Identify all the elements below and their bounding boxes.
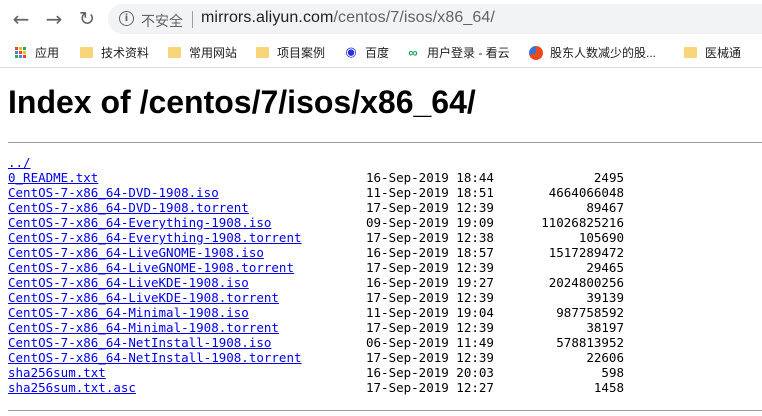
file-date: 17-Sep-2019 12:27 xyxy=(366,380,494,395)
file-link[interactable]: sha256sum.txt.asc xyxy=(8,380,136,395)
file-size: 578813952 xyxy=(556,335,624,350)
file-link[interactable]: CentOS-7-x86_64-Minimal-1908.iso xyxy=(8,305,249,320)
browser-toolbar: ← → ↻ i 不安全 mirrors.aliyun.com/centos/7/… xyxy=(0,0,762,38)
file-size: 105690 xyxy=(578,230,624,245)
file-link[interactable]: 0_README.txt xyxy=(8,170,98,185)
file-date: 16-Sep-2019 20:03 xyxy=(366,365,494,380)
file-size: 2495 xyxy=(593,170,624,185)
file-link[interactable]: CentOS-7-x86_64-NetInstall-1908.iso xyxy=(8,335,271,350)
bookmark-label: 常用网站 xyxy=(189,46,238,60)
bookmark-label: 医械通 xyxy=(705,46,742,60)
folder-icon xyxy=(168,47,181,58)
forward-arrow-icon[interactable]: → xyxy=(43,8,65,30)
bookmark-tech-docs[interactable]: 技术资料 xyxy=(80,38,149,67)
file-date: 17-Sep-2019 12:39 xyxy=(366,320,494,335)
file-link[interactable]: CentOS-7-x86_64-DVD-1908.iso xyxy=(8,185,219,200)
file-date: 11-Sep-2019 18:51 xyxy=(366,185,494,200)
file-date: 17-Sep-2019 12:39 xyxy=(366,200,494,215)
folder-icon xyxy=(684,47,697,58)
bookmark-baidu[interactable]: ◉ 百度 xyxy=(344,38,389,67)
top-divider xyxy=(8,142,762,143)
file-link[interactable]: CentOS-7-x86_64-LiveGNOME-1908.torrent xyxy=(8,260,294,275)
file-link[interactable]: CentOS-7-x86_64-DVD-1908.torrent xyxy=(8,200,249,215)
bookmark-label: 股东人数减少的股... xyxy=(550,46,657,60)
file-date: 17-Sep-2019 12:38 xyxy=(366,230,494,245)
back-arrow-icon[interactable]: ← xyxy=(10,8,32,30)
parent-directory-link[interactable]: ../ xyxy=(8,155,31,170)
insecure-label: 不安全 xyxy=(141,13,183,29)
info-icon[interactable]: i xyxy=(119,11,134,26)
file-size: 987758592 xyxy=(556,305,624,320)
address-divider xyxy=(192,11,193,28)
bookmark-kancloud-login[interactable]: ∞ 用户登录 - 看云 xyxy=(406,38,510,67)
file-link[interactable]: CentOS-7-x86_64-LiveKDE-1908.torrent xyxy=(8,290,279,305)
url-text[interactable]: mirrors.aliyun.com/centos/7/isos/x86_64/ xyxy=(201,9,495,27)
url-host: mirrors.aliyun.com xyxy=(201,9,334,26)
file-link[interactable]: CentOS-7-x86_64-NetInstall-1908.torrent xyxy=(8,350,302,365)
bookmark-label: 用户登录 - 看云 xyxy=(427,46,510,60)
bookmark-label: 技术资料 xyxy=(101,46,150,60)
file-date: 06-Sep-2019 11:49 xyxy=(366,335,494,350)
file-date: 17-Sep-2019 12:39 xyxy=(366,290,494,305)
file-size: 89467 xyxy=(586,200,624,215)
page-title: Index of /centos/7/isos/x86_64/ xyxy=(8,84,476,120)
file-date: 11-Sep-2019 19:04 xyxy=(366,305,494,320)
baidu-icon: ◉ xyxy=(345,44,357,60)
file-link[interactable]: CentOS-7-x86_64-LiveKDE-1908.iso xyxy=(8,275,249,290)
file-size: 39139 xyxy=(586,290,624,305)
file-date: 16-Sep-2019 19:27 xyxy=(366,275,494,290)
file-size: 1517289472 xyxy=(548,245,624,260)
file-size: 22606 xyxy=(586,350,624,365)
file-link[interactable]: CentOS-7-x86_64-Everything-1908.torrent xyxy=(8,230,302,245)
url-path: /centos/7/isos/x86_64/ xyxy=(333,9,495,26)
bookmarks-bar: 应用 技术资料 常用网站 项目案例 ◉ 百度 ∞ 用户登录 - 看云 股东人数减… xyxy=(0,38,762,68)
file-link[interactable]: CentOS-7-x86_64-LiveGNOME-1908.iso xyxy=(8,245,264,260)
file-link[interactable]: CentOS-7-x86_64-Minimal-1908.torrent xyxy=(8,320,279,335)
file-size: 29465 xyxy=(586,260,624,275)
address-bar[interactable]: i 不安全 mirrors.aliyun.com/centos/7/isos/x… xyxy=(108,4,762,34)
bottom-divider xyxy=(8,410,762,411)
file-date: 16-Sep-2019 18:57 xyxy=(366,245,494,260)
reload-icon[interactable]: ↻ xyxy=(76,8,98,30)
folder-icon xyxy=(256,47,269,58)
file-link[interactable]: CentOS-7-x86_64-Everything-1908.iso xyxy=(8,215,271,230)
apps-grid-icon xyxy=(15,47,26,58)
file-date: 17-Sep-2019 12:39 xyxy=(366,260,494,275)
file-date: 09-Sep-2019 19:09 xyxy=(366,215,494,230)
bookmark-yixietong[interactable]: 医械通 xyxy=(684,38,741,67)
bookmark-label: 项目案例 xyxy=(277,46,326,60)
file-size: 598 xyxy=(601,365,624,380)
bookmark-shareholders[interactable]: 股东人数减少的股... xyxy=(529,38,656,67)
bookmark-common-sites[interactable]: 常用网站 xyxy=(168,38,237,67)
file-size: 1458 xyxy=(593,380,624,395)
folder-icon xyxy=(80,47,93,58)
pie-chart-icon xyxy=(529,45,543,60)
bookmark-label: 百度 xyxy=(365,46,390,60)
file-size: 4664066048 xyxy=(548,185,624,200)
file-date: 16-Sep-2019 18:44 xyxy=(366,170,494,185)
file-size: 2024800256 xyxy=(548,275,624,290)
file-link[interactable]: sha256sum.txt xyxy=(8,365,106,380)
file-date: 17-Sep-2019 12:39 xyxy=(366,350,494,365)
kancloud-icon: ∞ xyxy=(408,44,418,60)
file-size: 38197 xyxy=(586,320,624,335)
bookmark-projects[interactable]: 项目案例 xyxy=(256,38,325,67)
bookmark-apps[interactable]: 应用 xyxy=(15,38,59,67)
file-size: 11026825216 xyxy=(541,215,624,230)
bookmark-label: 应用 xyxy=(35,46,60,60)
